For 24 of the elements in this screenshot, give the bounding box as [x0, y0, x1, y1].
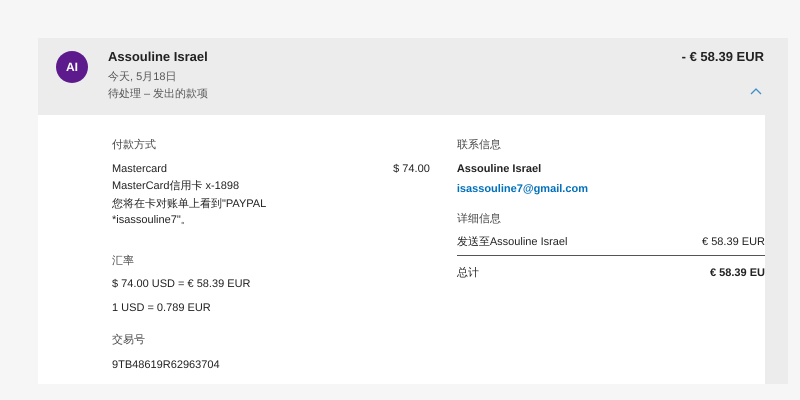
section-heading: 交易号 [112, 332, 146, 348]
section-heading: 汇率 [112, 254, 135, 268]
total-label: 总计 [456, 266, 479, 280]
transaction-date: 今天, 5月18日 [108, 70, 178, 84]
transaction-status: 待处理 – 发出的款项 [108, 87, 210, 102]
total-amount: € 58.39 EU [710, 266, 765, 280]
section-heading: 付款方式 [112, 138, 157, 153]
exchange-rate: 1 USD = 0.789 EUR [112, 300, 212, 316]
section-heading: 联系信息 [456, 138, 502, 153]
card-info: MasterCard信用卡 x-1898 [112, 179, 240, 194]
avatar: AI [56, 51, 88, 83]
transaction-amount: - € 58.39 EUR [682, 48, 764, 66]
email-link[interactable]: isassouline7@gmail.com [456, 181, 765, 198]
payment-method: Mastercard [112, 162, 168, 176]
statement-note: 您将在卡对账单上看到"PAYPAL *isassouline7"。 [112, 196, 267, 228]
transaction-id: 9TB48619R62963704 [112, 358, 221, 372]
chevron-up-icon[interactable] [750, 86, 762, 94]
contact-name: Assouline Israel [456, 162, 542, 176]
exchange-rate: $ 74.00 USD = € 58.39 EUR [112, 277, 252, 292]
section-heading: 详细信息 [456, 212, 502, 226]
detail-amount: € 58.39 EUR [702, 235, 765, 250]
detail-label: 发送至Assouline Israel [456, 235, 568, 250]
payment-amount: $ 74.00 [393, 162, 430, 176]
payee-name: Assouline Israel [108, 48, 209, 66]
